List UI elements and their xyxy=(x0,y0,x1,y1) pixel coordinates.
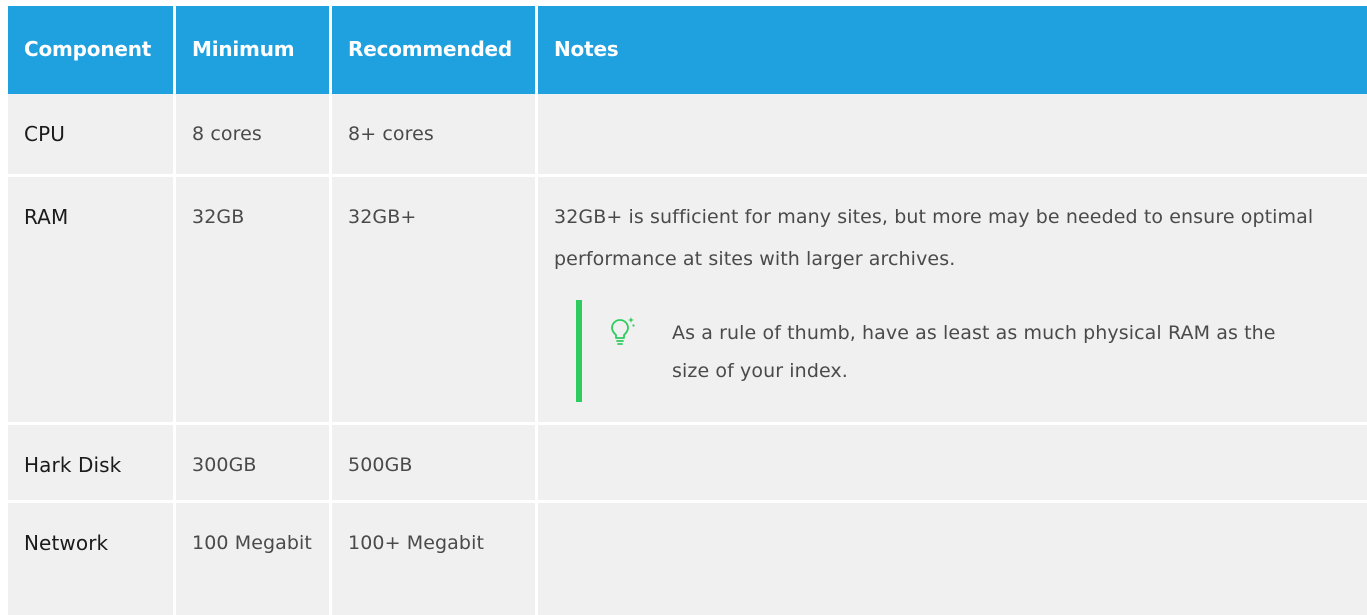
cell-notes xyxy=(538,94,1367,174)
table-row: Network 100 Megabit 100+ Megabit xyxy=(8,500,1367,615)
table-row: Hark Disk 300GB 500GB xyxy=(8,422,1367,500)
table-row: RAM 32GB 32GB+ 32GB+ is sufficient for m… xyxy=(8,174,1367,422)
table-row: CPU 8 cores 8+ cores xyxy=(8,94,1367,174)
cell-recommended: 500GB xyxy=(332,422,538,500)
cell-minimum: 8 cores xyxy=(176,94,332,174)
requirements-table-container: Component Minimum Recommended Notes CPU … xyxy=(8,6,1367,615)
cell-recommended: 100+ Megabit xyxy=(332,500,538,615)
cell-component: Hark Disk xyxy=(8,422,176,500)
cell-notes: 32GB+ is sufficient for many sites, but … xyxy=(538,174,1367,422)
requirements-table: Component Minimum Recommended Notes CPU … xyxy=(8,6,1367,615)
tip-text: As a rule of thumb, have as least as muc… xyxy=(672,322,1276,382)
cell-notes xyxy=(538,500,1367,615)
cell-component: CPU xyxy=(8,94,176,174)
header-notes: Notes xyxy=(538,6,1367,94)
cell-minimum: 32GB xyxy=(176,174,332,422)
cell-recommended: 8+ cores xyxy=(332,94,538,174)
notes-text: 32GB+ is sufficient for many sites, but … xyxy=(554,206,1314,270)
lightbulb-icon xyxy=(610,316,636,346)
tip-callout: As a rule of thumb, have as least as muc… xyxy=(576,300,1353,402)
cell-component: RAM xyxy=(8,174,176,422)
header-component: Component xyxy=(8,6,176,94)
cell-notes xyxy=(538,422,1367,500)
cell-recommended: 32GB+ xyxy=(332,174,538,422)
cell-component: Network xyxy=(8,500,176,615)
header-minimum: Minimum xyxy=(176,6,332,94)
header-recommended: Recommended xyxy=(332,6,538,94)
cell-minimum: 100 Megabit xyxy=(176,500,332,615)
cell-minimum: 300GB xyxy=(176,422,332,500)
tip-accent-bar xyxy=(576,300,582,402)
table-header-row: Component Minimum Recommended Notes xyxy=(8,6,1367,94)
